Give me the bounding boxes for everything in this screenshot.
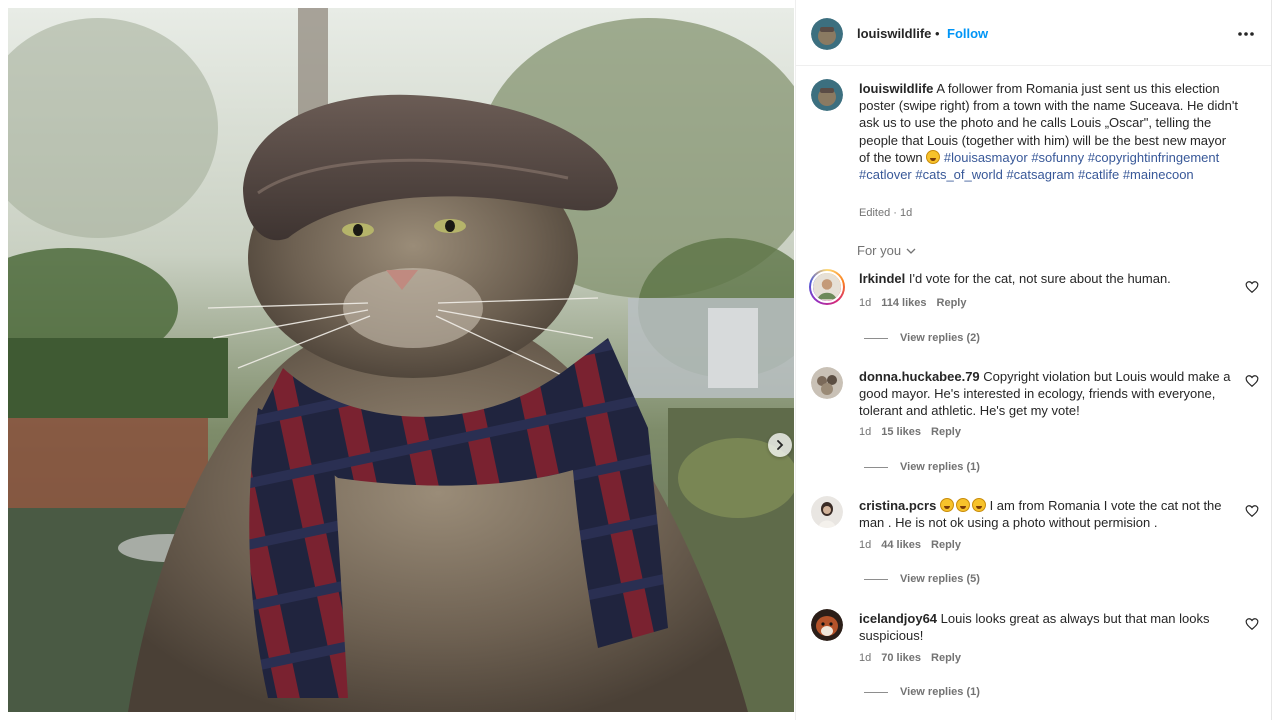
- commenter-avatar[interactable]: [811, 609, 843, 641]
- hashtag-link[interactable]: #copyrightinfringement: [1088, 150, 1220, 165]
- comments-filter-dropdown[interactable]: For you: [857, 243, 917, 258]
- hashtag-link[interactable]: #catsagram: [1006, 167, 1074, 182]
- like-heart-icon[interactable]: [1245, 374, 1259, 388]
- post-photo: [8, 8, 794, 712]
- avatar-image: [811, 367, 843, 399]
- comment-username[interactable]: cristina.pcrs: [859, 498, 936, 513]
- comment-likes[interactable]: 70 likes: [881, 652, 921, 664]
- separator-dot: •: [935, 26, 940, 41]
- avatar-image: [811, 18, 843, 50]
- comment-age: 1d: [859, 426, 872, 438]
- more-options-icon[interactable]: [1236, 24, 1256, 44]
- view-replies-button[interactable]: View replies (1): [864, 461, 980, 473]
- panel-border: [1271, 0, 1272, 720]
- comment-meta: 1d 44 likes Reply: [859, 539, 961, 551]
- comment-meta: 1d 15 likes Reply: [859, 426, 961, 438]
- replies-line: [864, 466, 888, 468]
- author-avatar[interactable]: [811, 18, 843, 50]
- replies-line: [864, 691, 888, 693]
- follow-button[interactable]: Follow: [947, 26, 988, 41]
- hashtag-link[interactable]: #catlife: [1078, 167, 1119, 182]
- reply-button[interactable]: Reply: [937, 297, 967, 309]
- comment-username[interactable]: lrkindel: [859, 271, 905, 286]
- commenter-avatar[interactable]: [811, 496, 843, 528]
- post-header: louiswildlife • Follow: [796, 0, 1272, 66]
- caption-username[interactable]: louiswildlife: [859, 81, 933, 96]
- comment-likes[interactable]: 114 likes: [881, 297, 926, 309]
- comment-likes[interactable]: 15 likes: [881, 426, 921, 438]
- avatar-image: [811, 79, 843, 111]
- reply-button[interactable]: Reply: [931, 539, 961, 551]
- reply-button[interactable]: Reply: [931, 426, 961, 438]
- next-slide-button[interactable]: [768, 433, 792, 457]
- comment-body: I'd vote for the cat, not sure about the…: [908, 271, 1171, 286]
- view-replies-label: View replies (5): [900, 573, 980, 585]
- comment-text: lrkindel I'd vote for the cat, not sure …: [859, 270, 1234, 287]
- laughing-emoji-icon: [939, 498, 954, 512]
- hashtag-link[interactable]: #catlover: [859, 167, 912, 182]
- laughing-emoji-icon: [971, 498, 986, 512]
- comments-filter-label: For you: [857, 243, 902, 258]
- comment-text: donna.huckabee.79 Copyright violation bu…: [859, 368, 1234, 420]
- reply-button[interactable]: Reply: [931, 652, 961, 664]
- like-heart-icon[interactable]: [1245, 280, 1259, 294]
- comment-meta: 1d 114 likes Reply: [859, 297, 967, 309]
- replies-line: [864, 337, 888, 339]
- view-replies-label: View replies (1): [900, 461, 980, 473]
- avatar-image: [811, 496, 843, 528]
- author-username[interactable]: louiswildlife: [857, 26, 931, 41]
- caption-avatar[interactable]: [811, 79, 843, 111]
- rofl-emoji-icon: [926, 149, 941, 164]
- hashtag-link[interactable]: #mainecoon: [1123, 167, 1194, 182]
- view-replies-label: View replies (1): [900, 686, 980, 698]
- comment-username[interactable]: icelandjoy64: [859, 611, 937, 626]
- replies-line: [864, 578, 888, 580]
- comment-text: cristina.pcrs I am from Romania I vote t…: [859, 497, 1234, 531]
- like-heart-icon[interactable]: [1245, 617, 1259, 631]
- commenter-avatar[interactable]: [811, 367, 843, 399]
- comment-username[interactable]: donna.huckabee.79: [859, 369, 980, 384]
- hashtag-link[interactable]: #louisasmayor: [944, 150, 1028, 165]
- avatar-image: [811, 609, 843, 641]
- hashtag-link[interactable]: #sofunny: [1031, 150, 1084, 165]
- post-caption: louiswildlife A follower from Romania ju…: [859, 80, 1239, 183]
- comment-meta: 1d 70 likes Reply: [859, 652, 961, 664]
- comment-likes[interactable]: 44 likes: [881, 539, 921, 551]
- avatar-image: [811, 271, 843, 303]
- edited-timestamp: Edited · 1d: [859, 207, 913, 219]
- view-replies-button[interactable]: View replies (1): [864, 686, 980, 698]
- comment-age: 1d: [859, 652, 872, 664]
- comment-text: icelandjoy64 Louis looks great as always…: [859, 610, 1234, 644]
- comment-age: 1d: [859, 539, 872, 551]
- commenter-avatar[interactable]: [809, 269, 845, 305]
- like-heart-icon[interactable]: [1245, 504, 1259, 518]
- chevron-down-icon: [906, 248, 916, 254]
- view-replies-button[interactable]: View replies (5): [864, 573, 980, 585]
- post-media[interactable]: [8, 8, 794, 712]
- comment-age: 1d: [859, 297, 872, 309]
- post-side-panel: louiswildlife • Follow louiswildlife A f…: [795, 0, 1272, 720]
- chevron-right-icon: [777, 440, 784, 450]
- view-replies-label: View replies (2): [900, 332, 980, 344]
- view-replies-button[interactable]: View replies (2): [864, 332, 980, 344]
- hashtag-link[interactable]: #cats_of_world: [915, 167, 1002, 182]
- laughing-emoji-icon: [955, 498, 970, 512]
